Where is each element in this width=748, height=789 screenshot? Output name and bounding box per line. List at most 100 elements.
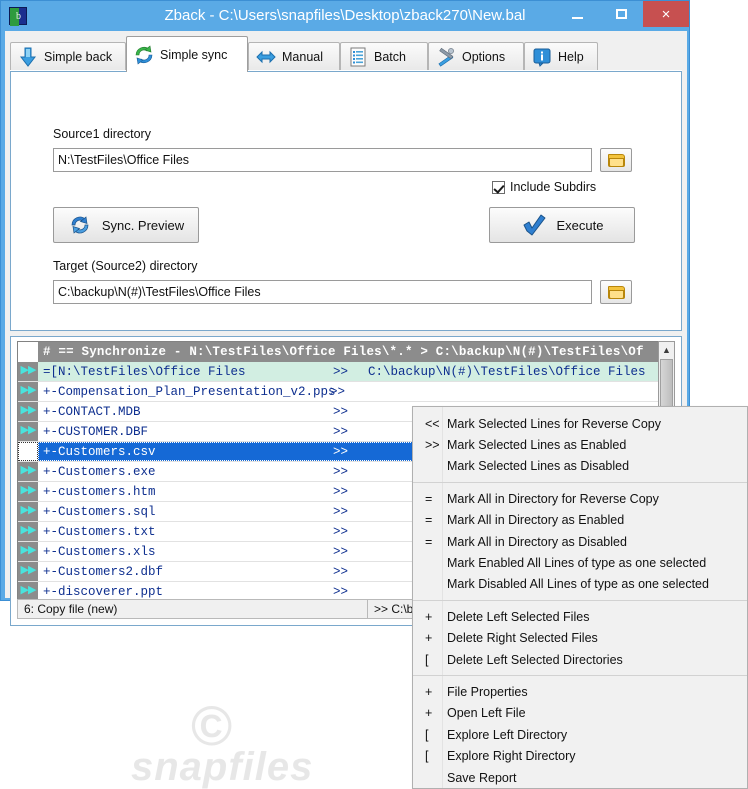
list-header-text: # == Synchronize - N:\TestFiles\Office F… xyxy=(43,345,644,359)
row-file-name: +-Customers.csv xyxy=(43,445,156,459)
source1-browse-button[interactable] xyxy=(600,148,632,172)
checkmark-icon xyxy=(521,213,547,237)
row-marker-empty[interactable] xyxy=(18,442,38,461)
tab-options[interactable]: Options xyxy=(428,42,524,70)
folder-icon xyxy=(607,285,625,299)
tab-label: Simple back xyxy=(44,49,113,64)
table-row[interactable]: ▶▶ =[N:\TestFiles\Office Files >> C:\backup… xyxy=(18,362,667,382)
menu-item-label: Mark Selected Lines as Enabled xyxy=(447,438,627,453)
folder-icon xyxy=(607,153,625,167)
menu-item[interactable]: Mark Selected Lines as Disabled xyxy=(413,456,747,477)
menu-item[interactable]: Mark Disabled All Lines of type as one s… xyxy=(413,574,747,595)
left-right-arrow-icon xyxy=(255,46,277,68)
row-file-name: +-Customers.sql xyxy=(43,505,156,519)
menu-item-label: Mark All in Directory as Enabled xyxy=(447,513,625,528)
row-enabled-marker[interactable]: ▶▶ xyxy=(18,482,38,501)
menu-separator xyxy=(413,675,747,677)
row-file-name: +-Customers2.dbf xyxy=(43,565,164,579)
maximize-icon xyxy=(615,9,627,19)
tab-label: Simple sync xyxy=(160,47,228,62)
row-enabled-marker[interactable]: ▶▶ xyxy=(18,402,38,421)
row-direction-arrow: >> xyxy=(333,485,349,499)
sync-form-panel: Source1 directory N:\TestFiles\Office Fi… xyxy=(10,71,682,331)
menu-item[interactable]: [Delete Left Selected Directories xyxy=(413,649,747,670)
execute-label: Execute xyxy=(556,217,604,233)
tab-simple-sync[interactable]: Simple sync xyxy=(126,36,248,72)
row-file-name: +-Customers.exe xyxy=(43,465,156,479)
row-enabled-marker[interactable]: ▶▶ xyxy=(18,502,38,521)
menu-item[interactable]: = Mark All in Directory as Disabled xyxy=(413,531,747,552)
double-right-arrow-icon: ▶▶ xyxy=(20,525,37,537)
row-file-name: +-Customers.xls xyxy=(43,545,156,559)
list-context-menu[interactable]: << Mark Selected Lines for Reverse Copy >>… xyxy=(412,406,748,789)
double-right-arrow-icon: ▶▶ xyxy=(20,485,37,497)
target-directory-input[interactable]: C:\backup\N(#)\TestFiles\Office Files xyxy=(53,280,592,304)
minimize-icon xyxy=(571,16,583,19)
menu-item[interactable]: + Delete Right Selected Files xyxy=(413,628,747,649)
double-right-arrow-icon: ▶▶ xyxy=(20,405,37,417)
close-button[interactable]: × xyxy=(643,1,689,27)
header-gutter xyxy=(18,342,38,362)
sync-preview-button[interactable]: Sync. Preview xyxy=(53,207,199,243)
row-direction-arrow: >> xyxy=(333,425,349,439)
row-enabled-marker[interactable]: ▶▶ xyxy=(18,422,38,441)
row-enabled-marker[interactable]: ▶▶ xyxy=(18,562,38,581)
include-subdirs-checkbox[interactable] xyxy=(492,180,505,194)
row-direction-arrow: >> xyxy=(333,525,349,539)
row-enabled-marker[interactable]: ▶▶ xyxy=(18,362,38,381)
menu-item[interactable]: = Mark All in Directory for Reverse Copy xyxy=(413,488,747,509)
context-menu-items: << Mark Selected Lines for Reverse Copy >>… xyxy=(413,407,747,788)
row-enabled-marker[interactable]: ▶▶ xyxy=(18,522,38,541)
include-subdirs-checkbox-row[interactable]: Include Subdirs xyxy=(492,180,596,194)
row-target-path: C:\backup\N(#)\TestFiles\Office Files xyxy=(368,365,646,379)
menu-separator xyxy=(413,482,747,484)
tab-bar: Simple back Simple sync Manual Batch Opt… xyxy=(10,36,682,72)
menu-item[interactable]: [Explore Right Directory xyxy=(413,745,747,766)
menu-item[interactable]: Mark Enabled All Lines of type as one se… xyxy=(413,552,747,573)
sync-arrows-icon xyxy=(133,44,155,66)
execute-button[interactable]: Execute xyxy=(489,207,635,243)
row-enabled-marker[interactable]: ▶▶ xyxy=(18,462,38,481)
tools-icon xyxy=(435,46,457,68)
minimize-button[interactable] xyxy=(555,1,599,27)
sync-preview-label: Sync. Preview xyxy=(101,217,185,233)
menu-item-label: Save Report xyxy=(447,770,517,785)
menu-item[interactable]: + Delete Left Selected Files xyxy=(413,606,747,627)
source1-directory-input[interactable]: N:\TestFiles\Office Files xyxy=(53,148,592,172)
double-right-arrow-icon: ▶▶ xyxy=(20,585,37,597)
tab-simple-back[interactable]: Simple back xyxy=(10,42,126,70)
tab-help[interactable]: Help xyxy=(524,42,598,70)
double-right-arrow-icon: ▶▶ xyxy=(20,365,37,377)
menu-item[interactable]: + File Properties xyxy=(413,681,747,702)
row-direction-arrow: >> xyxy=(333,505,349,519)
row-enabled-marker[interactable]: ▶▶ xyxy=(18,382,38,401)
menu-item[interactable]: [Explore Left Directory xyxy=(413,724,747,745)
info-icon xyxy=(531,46,553,68)
menu-item[interactable]: >> Mark Selected Lines as Enabled xyxy=(413,434,747,455)
table-row[interactable]: ▶▶ +-Compensation_Plan_Presentation_v2.pp… xyxy=(18,382,667,402)
document-list-icon xyxy=(347,46,369,68)
menu-item-label: Open Left File xyxy=(447,706,526,721)
menu-item-label: Delete Left Selected Files xyxy=(447,609,590,624)
menu-item[interactable]: << Mark Selected Lines for Reverse Copy xyxy=(413,413,747,434)
tab-label: Help xyxy=(558,49,584,64)
tab-batch[interactable]: Batch xyxy=(340,42,428,70)
double-right-arrow-icon: ▶▶ xyxy=(20,545,37,557)
row-direction-arrow: >> xyxy=(333,445,349,459)
menu-item-prefix: [ xyxy=(425,652,429,667)
row-file-name: +-Customers.txt xyxy=(43,525,156,539)
menu-item-prefix: + xyxy=(425,609,433,624)
target-browse-button[interactable] xyxy=(600,280,632,304)
menu-item[interactable]: Save Report xyxy=(413,767,747,788)
row-enabled-marker[interactable]: ▶▶ xyxy=(18,542,38,561)
row-direction-arrow: >> xyxy=(333,405,349,419)
menu-item-prefix: + xyxy=(425,631,433,646)
menu-item[interactable]: = Mark All in Directory as Enabled xyxy=(413,510,747,531)
maximize-button[interactable] xyxy=(599,1,643,27)
menu-item-label: Mark Enabled All Lines of type as one se… xyxy=(447,556,707,571)
down-arrow-icon xyxy=(17,46,39,68)
tab-manual[interactable]: Manual xyxy=(248,42,340,70)
menu-item[interactable]: + Open Left File xyxy=(413,703,747,724)
menu-item-prefix: << xyxy=(425,416,440,431)
chevron-up-icon[interactable]: ▲ xyxy=(659,342,674,358)
